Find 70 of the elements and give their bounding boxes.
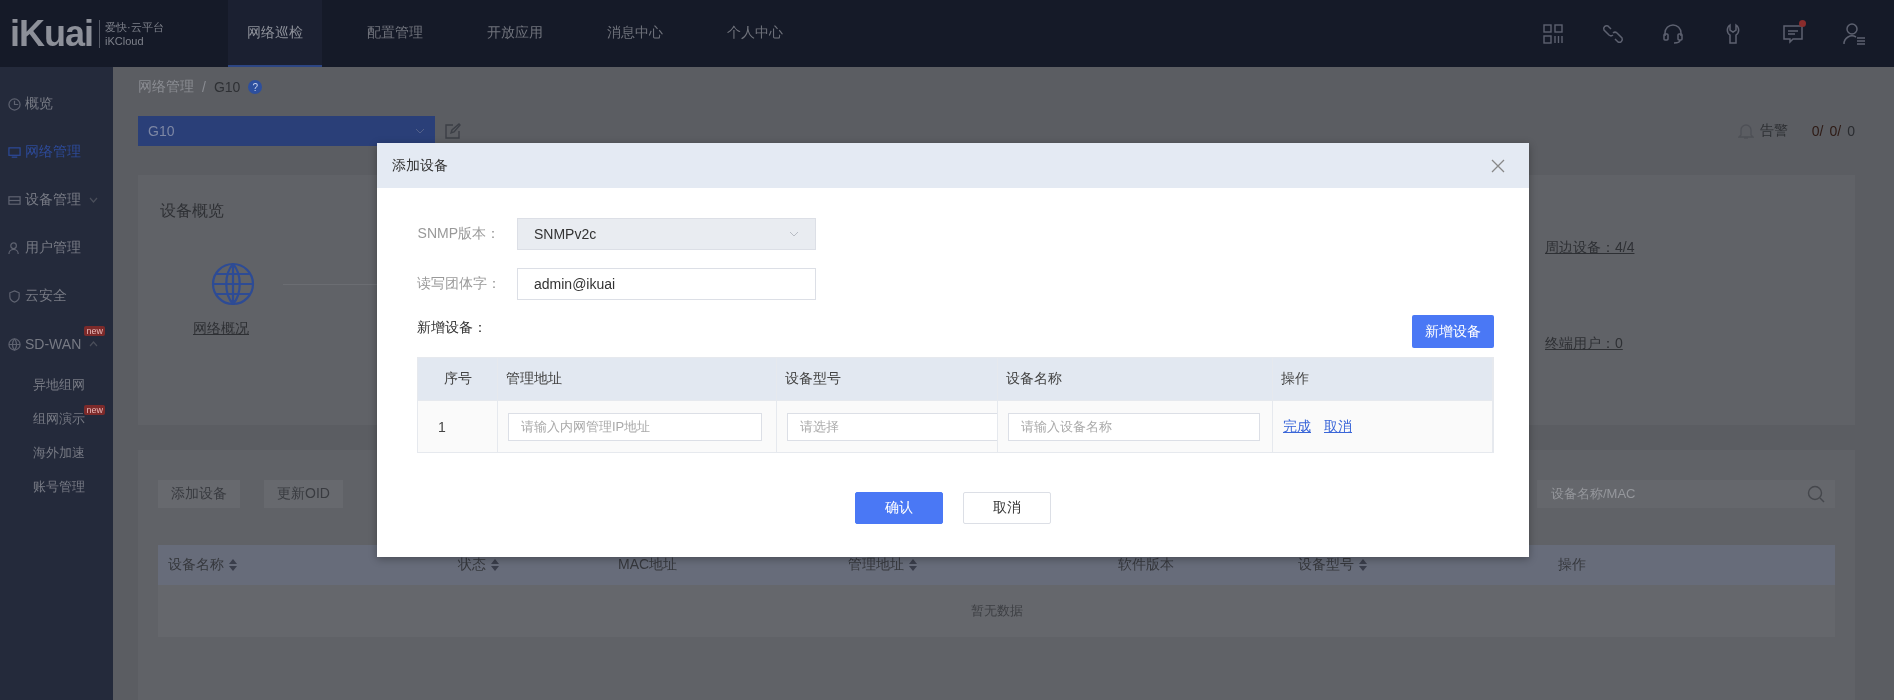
new-badge: new — [84, 326, 105, 336]
sidebar-item[interactable]: 云安全 — [0, 272, 113, 320]
alert-count: 0/ — [1829, 123, 1842, 139]
sidebar-subitem[interactable]: 异地组网 — [0, 368, 113, 402]
column-header[interactable]: 设备名称 — [168, 556, 224, 574]
action-link[interactable]: 完成 — [1283, 417, 1311, 436]
nav-tab[interactable]: 配置管理 — [335, 0, 455, 67]
brand-name: 爱快·云平台 — [105, 19, 164, 34]
select-field[interactable]: 请选择 — [787, 412, 997, 441]
chevron-up-icon[interactable] — [89, 341, 99, 347]
user-icon — [8, 241, 21, 255]
grid-icon[interactable] — [1542, 22, 1564, 45]
sidebar-item[interactable]: 概览 — [0, 80, 113, 128]
monitor-icon — [8, 145, 21, 159]
chevron-down-icon[interactable] — [415, 128, 425, 134]
close-icon[interactable] — [1491, 158, 1505, 173]
nav-tab[interactable]: 开放应用 — [455, 0, 575, 67]
alert-count: 0/ — [1811, 123, 1824, 139]
sidebar-item[interactable]: 设备管理 — [0, 176, 113, 224]
cancel-button[interactable]: 取消 — [963, 492, 1051, 524]
shield-icon — [8, 289, 21, 303]
sidebar-item[interactable]: 网络管理 — [0, 128, 113, 176]
nav-tab[interactable]: 个人中心 — [695, 0, 815, 67]
input-field[interactable]: 请输入内网管理IP地址 — [508, 412, 762, 441]
confirm-button[interactable]: 确认 — [855, 492, 943, 524]
new-badge: new — [84, 405, 105, 415]
server-icon — [8, 193, 21, 207]
globe-icon — [8, 337, 21, 351]
headset-icon[interactable] — [1662, 22, 1684, 45]
input-field[interactable]: admin@ikuai — [517, 268, 816, 300]
message-icon[interactable] — [1782, 22, 1804, 45]
field-label: SNMP版本： — [417, 225, 500, 243]
column-header: 操作 — [1281, 370, 1309, 388]
help-icon[interactable]: ? — [248, 80, 263, 94]
logo[interactable]: iKuai — [10, 12, 93, 55]
chevron-down-icon[interactable] — [89, 197, 98, 203]
column-header[interactable]: 设备型号 — [1298, 556, 1354, 574]
column-header: 序号 — [443, 370, 472, 388]
sort-icon[interactable] — [909, 559, 917, 571]
brand-subtitle: iKCloud — [105, 33, 145, 48]
column-header: 设备型号 — [785, 370, 841, 388]
nav-tab[interactable]: 网络巡检 — [228, 0, 322, 67]
dialog-title: 添加设备 — [392, 156, 448, 175]
user-icon[interactable] — [1842, 21, 1866, 46]
field-label: 读写团体字： — [417, 275, 500, 293]
column-header[interactable]: 状态 — [458, 556, 486, 574]
edit-icon[interactable] — [444, 122, 461, 140]
sidebar-subitem[interactable]: 账号管理 — [0, 470, 113, 504]
sort-icon[interactable] — [491, 559, 499, 571]
clock-icon — [8, 97, 21, 111]
sort-icon[interactable] — [1359, 559, 1367, 571]
section-label: 新增设备： — [417, 318, 487, 337]
column-header: 管理地址 — [506, 370, 562, 388]
sidebar-subitem[interactable]: 海外加速 — [0, 436, 113, 470]
column-header: 设备名称 — [1006, 370, 1062, 388]
input-field[interactable]: 请输入设备名称 — [1008, 412, 1260, 441]
globe-icon[interactable] — [211, 262, 255, 306]
breadcrumb-separator: / — [202, 79, 206, 95]
sidebar-item[interactable]: 用户管理 — [0, 224, 113, 272]
action-link[interactable]: 取消 — [1324, 417, 1352, 436]
nav-tab[interactable]: 消息中心 — [575, 0, 695, 67]
device-dropdown[interactable]: G10 — [138, 116, 435, 146]
column-header: 软件版本 — [1118, 556, 1174, 574]
row-number: 1 — [438, 418, 446, 435]
column-header: 操作 — [1558, 556, 1586, 574]
add-device-button[interactable]: 新增设备 — [1412, 315, 1494, 348]
link-icon[interactable] — [1602, 22, 1624, 45]
sort-icon[interactable] — [229, 559, 237, 571]
sidebar-item[interactable]: SD-WAN new — [0, 320, 113, 368]
search-icon[interactable] — [1807, 485, 1825, 503]
